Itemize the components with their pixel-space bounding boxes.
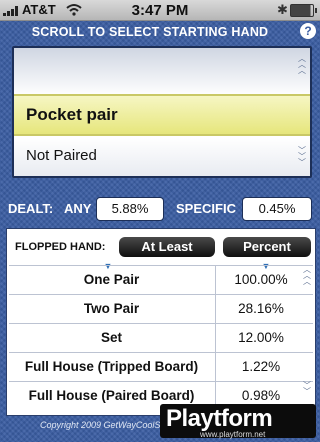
watermark-brand: Playtform [166,405,273,432]
hand-name: Set [100,330,122,345]
picker-item[interactable] [14,48,310,96]
any-label: ANY [64,201,92,216]
specific-label: SPECIFIC [176,201,236,216]
scroll-down-icon[interactable]: ﹀ ﹀ [301,382,313,396]
flopped-hand-label: FLOPPED HAND: [15,241,106,253]
scroll-down-icon[interactable]: ﹀ ﹀ ﹀ [296,147,308,167]
at-least-button[interactable]: At Least [119,237,215,257]
hand-percent: 1.22% [215,353,306,381]
flopped-hand-panel: FLOPPED HAND: At Least Percent ▼ ▼ One P… [6,228,316,416]
table-row[interactable]: One Pair 100.00% [9,265,313,295]
hand-name: Full House (Tripped Board) [24,359,199,374]
table-row[interactable]: Set 12.00% [9,323,313,353]
percent-button[interactable]: Percent [223,237,311,257]
hand-percent: 100.00% [215,266,306,294]
hand-percent: 28.16% [215,295,306,323]
any-value: 5.88% [96,197,164,221]
battery-icon [290,4,317,17]
dealt-label: DEALT: [8,201,54,216]
hand-name: Two Pair [83,301,140,316]
page-title: SCROLL TO SELECT STARTING HAND [31,25,269,39]
picker-item[interactable]: Not Paired [14,138,310,176]
bluetooth-icon: ✱ [277,2,288,17]
help-icon[interactable]: ? [300,23,316,39]
hand-percent: 12.00% [215,324,306,352]
scroll-up-icon[interactable]: ︿ ︿ ︿ [296,55,308,75]
watermark-url: www.playtform.net [200,430,266,439]
hand-picker[interactable]: Pocket pair Not Paired ︿ ︿ ︿ ﹀ ﹀ ﹀ [12,46,312,178]
table-row[interactable]: Full House (Tripped Board) 1.22% [9,352,313,382]
status-bar: AT&T 3:47 PM ✱ [0,0,320,21]
picker-item-selected[interactable]: Pocket pair [14,94,310,136]
copyright-text: Copyright 2009 GetWayCoolS [40,420,161,430]
clock: 3:47 PM [131,2,189,19]
table-row[interactable]: Two Pair 28.16% [9,294,313,324]
specific-value: 0.45% [242,197,312,221]
scroll-up-icon[interactable]: ︿ ︿ ︿ [301,266,313,286]
hand-name: One Pair [83,272,140,287]
